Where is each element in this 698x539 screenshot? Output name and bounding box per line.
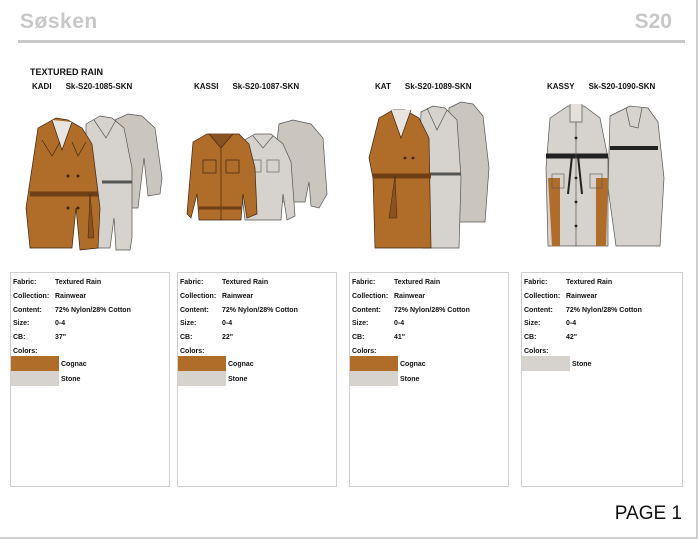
fabric-label: Fabric: — [13, 279, 37, 286]
cb-value: 42" — [566, 334, 578, 341]
size-label: Size: — [352, 320, 369, 327]
spec-card-kadi: Fabric: Textured Rain Collection: Rainwear… — [10, 272, 170, 487]
color-swatch-cognac — [350, 356, 398, 371]
style-name: KASSI — [194, 82, 219, 91]
style-name: KAT — [375, 82, 391, 91]
colors-label: Colors: — [524, 348, 549, 355]
collection-value: Rainwear — [394, 293, 426, 300]
size-label: Size: — [13, 320, 30, 327]
collection-label: Collection: — [13, 293, 50, 300]
season-code: S20 — [634, 10, 672, 33]
content-label: Content: — [13, 307, 42, 314]
colors-label: Colors: — [13, 348, 38, 355]
colors-label: Colors: — [180, 348, 205, 355]
size-label: Size: — [180, 320, 197, 327]
spec-card-kat: Fabric: Textured Rain Collection: Rainwear… — [349, 272, 509, 487]
content-label: Content: — [180, 307, 209, 314]
fabric-value: Textured Rain — [566, 279, 613, 286]
color-name: Stone — [61, 376, 81, 383]
kassy-coat-sketch — [545, 104, 665, 247]
size-value: 0-4 — [55, 320, 66, 327]
kassi-jacket-sketch — [186, 119, 328, 221]
collection-value: Rainwear — [566, 293, 598, 300]
style-header-kat: KAT Sk-S20-1089-SKN — [375, 82, 472, 91]
style-code: Sk-S20-1085-SKN — [65, 82, 133, 91]
size-value: 0-4 — [394, 320, 405, 327]
color-name: Cognac — [400, 361, 426, 368]
content-label: Content: — [352, 307, 381, 314]
brand-name: Søsken — [20, 10, 98, 33]
color-swatch-cognac — [178, 356, 226, 371]
style-code: Sk-S20-1090-SKN — [588, 82, 656, 91]
fabric-value: Textured Rain — [55, 279, 102, 286]
color-name: Stone — [400, 376, 420, 383]
color-name: Stone — [572, 361, 592, 368]
color-name: Stone — [228, 376, 248, 383]
spec-card-kassy: Fabric: Textured Rain Collection: Rainwear… — [521, 272, 683, 487]
spec-card-kassi: Fabric: Textured Rain Collection: Rainwear… — [177, 272, 337, 487]
color-name: Cognac — [228, 361, 254, 368]
style-header-kassy: KASSY Sk-S20-1090-SKN — [547, 82, 655, 91]
fabric-value: Textured Rain — [394, 279, 441, 286]
style-code: Sk-S20-1089-SKN — [404, 82, 472, 91]
collection-label: Collection: — [352, 293, 389, 300]
kadi-coat-sketch — [25, 113, 163, 251]
content-value: 72% Nylon/28% Cotton — [394, 307, 470, 314]
colors-label: Colors: — [352, 348, 377, 355]
content-value: 72% Nylon/28% Cotton — [222, 307, 298, 314]
line-sheet-page: Søsken S20 TEXTURED RAIN KADI Sk-S20-1085… — [0, 0, 698, 539]
cb-value: 41" — [394, 334, 406, 341]
cb-label: CB: — [524, 334, 537, 341]
collection-value: Rainwear — [222, 293, 254, 300]
color-swatch-cognac — [11, 356, 59, 371]
kat-coat-sketch — [368, 101, 490, 249]
cb-label: CB: — [352, 334, 365, 341]
content-value: 72% Nylon/28% Cotton — [566, 307, 642, 314]
color-name: Cognac — [61, 361, 87, 368]
cb-label: CB: — [13, 334, 26, 341]
content-value: 72% Nylon/28% Cotton — [55, 307, 131, 314]
size-value: 0-4 — [222, 320, 233, 327]
group-title: TEXTURED RAIN — [30, 67, 104, 77]
color-swatch-stone — [522, 356, 570, 371]
fabric-label: Fabric: — [524, 279, 548, 286]
collection-label: Collection: — [180, 293, 217, 300]
page-number: PAGE 1 — [614, 503, 682, 524]
header-rule — [18, 40, 685, 43]
fabric-label: Fabric: — [180, 279, 204, 286]
cb-label: CB: — [180, 334, 193, 341]
cb-value: 22" — [222, 334, 234, 341]
style-name: KASSY — [547, 82, 575, 91]
collection-value: Rainwear — [55, 293, 87, 300]
size-value: 0-4 — [566, 320, 577, 327]
color-swatch-stone — [350, 371, 398, 386]
content-label: Content: — [524, 307, 553, 314]
style-code: Sk-S20-1087-SKN — [232, 82, 300, 91]
style-name: KADI — [32, 82, 52, 91]
style-header-kadi: KADI Sk-S20-1085-SKN — [32, 82, 132, 91]
color-swatch-stone — [178, 371, 226, 386]
color-swatch-stone — [11, 371, 59, 386]
fabric-value: Textured Rain — [222, 279, 269, 286]
fabric-label: Fabric: — [352, 279, 376, 286]
size-label: Size: — [524, 320, 541, 327]
style-header-kassi: KASSI Sk-S20-1087-SKN — [194, 82, 299, 91]
collection-label: Collection: — [524, 293, 561, 300]
cb-value: 37" — [55, 334, 67, 341]
